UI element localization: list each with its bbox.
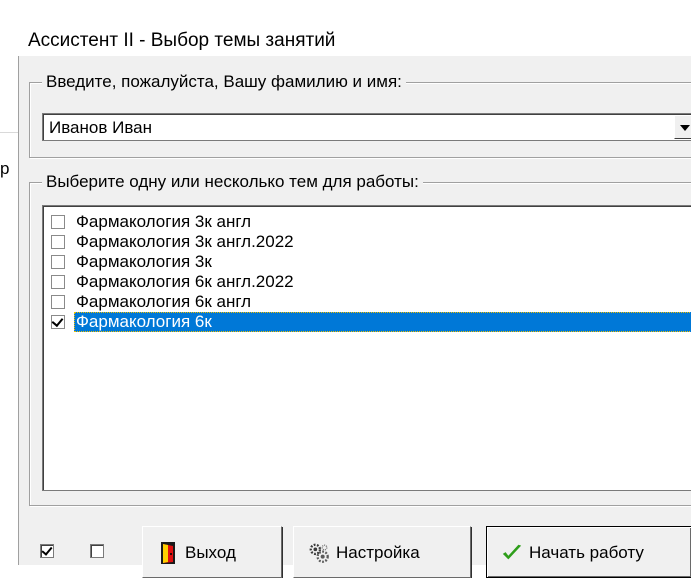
topic-label[interactable]: Фармакология 6к	[74, 312, 691, 332]
dialog-client-area: Введите, пожалуйста, Вашу фамилию и имя:…	[18, 56, 691, 578]
settings-button[interactable]: Настройка	[293, 526, 471, 578]
exit-button[interactable]: Выход	[142, 526, 282, 578]
topic-label[interactable]: Фармакология 3к	[74, 252, 212, 272]
background-window-divider	[0, 132, 18, 133]
topic-checkbox[interactable]	[51, 275, 65, 289]
start-work-button[interactable]: Начать работу	[486, 526, 691, 578]
name-combobox[interactable]: Иванов Иван	[42, 113, 691, 141]
topic-list-item[interactable]: Фармакология 6к англ.2022	[48, 272, 691, 292]
topic-label[interactable]: Фармакология 3к англ	[74, 212, 251, 232]
uncheck-all-checkbox[interactable]	[90, 544, 104, 558]
topic-label[interactable]: Фармакология 6к англ	[74, 292, 251, 312]
topic-checkbox[interactable]	[51, 255, 65, 269]
window-title: Ассистент II - Выбор темы занятий	[28, 30, 336, 51]
chevron-down-icon	[680, 125, 690, 131]
topic-list-item[interactable]: Фармакология 6к	[48, 312, 691, 332]
topic-label[interactable]: Фармакология 6к англ.2022	[74, 272, 294, 292]
name-combobox-dropdown-button[interactable]	[674, 115, 691, 139]
topics-group-legend: Выберите одну или несколько тем для рабо…	[42, 172, 423, 192]
title-bar: Ассистент II - Выбор темы занятий	[0, 0, 691, 56]
topic-checkbox[interactable]	[51, 235, 65, 249]
topic-list-item[interactable]: Фармакология 3к	[48, 252, 691, 272]
exit-button-label: Выход	[185, 543, 236, 562]
topics-listbox[interactable]: Фармакология 3к англ Фармакология 3к англ…	[42, 205, 691, 491]
background-partial-text: р	[0, 159, 10, 178]
topics-groupbox: Выберите одну или несколько тем для рабо…	[29, 172, 691, 506]
name-groupbox: Введите, пожалуйста, Вашу фамилию и имя:…	[29, 72, 691, 158]
topic-checkbox[interactable]	[51, 295, 65, 309]
checkmark-icon	[502, 544, 522, 560]
exit-door-icon	[161, 542, 175, 564]
topic-checkbox[interactable]	[51, 315, 65, 329]
topic-list-item[interactable]: Фармакология 3к англ.2022	[48, 232, 691, 252]
topic-list-item[interactable]: Фармакология 3к англ	[48, 212, 691, 232]
topic-checkbox[interactable]	[51, 215, 65, 229]
settings-gears-icon	[309, 543, 329, 563]
check-all-checkbox[interactable]	[40, 544, 54, 558]
name-combobox-value[interactable]: Иванов Иван	[49, 117, 152, 138]
topic-list-item[interactable]: Фармакология 6к англ	[48, 292, 691, 312]
topic-label[interactable]: Фармакология 3к англ.2022	[74, 232, 294, 252]
settings-button-label: Настройка	[336, 543, 420, 562]
start-work-button-label: Начать работу	[529, 543, 644, 562]
name-group-legend: Введите, пожалуйста, Вашу фамилию и имя:	[42, 72, 406, 92]
